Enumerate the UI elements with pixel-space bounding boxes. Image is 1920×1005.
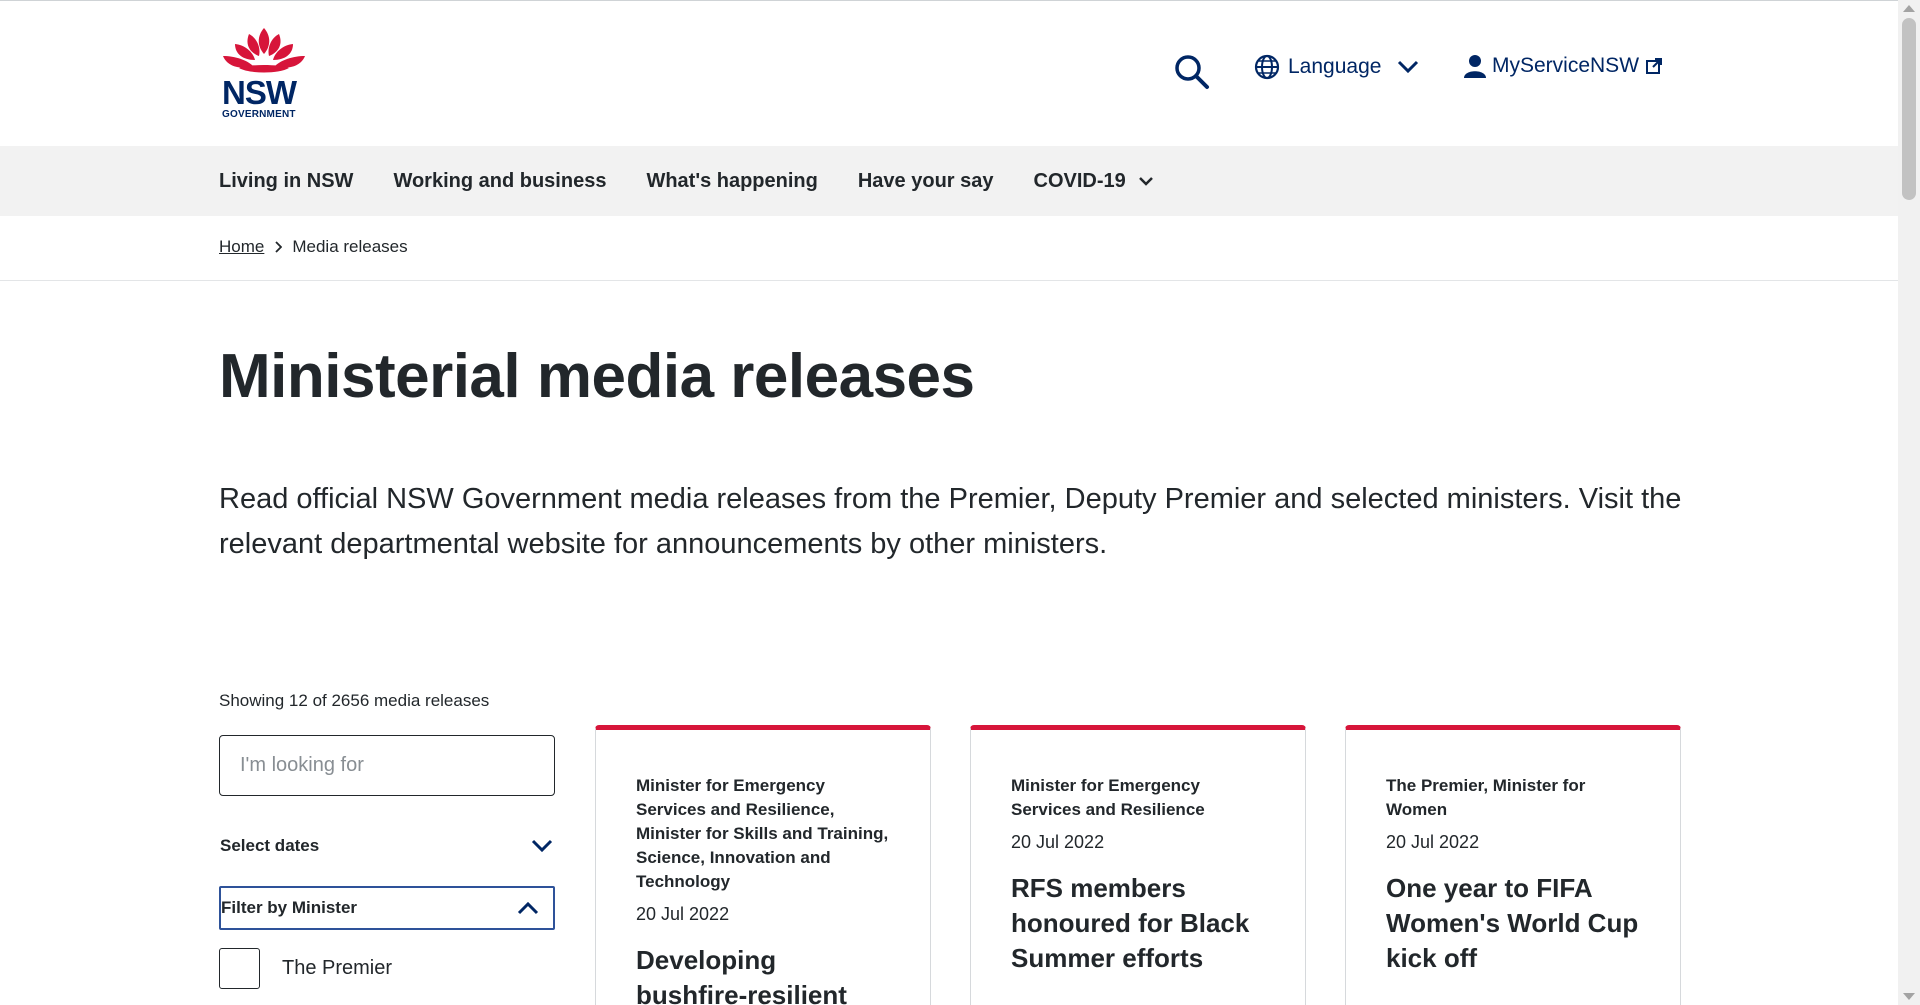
card-minister: Minister for Emergency Services and Resi… bbox=[1011, 776, 1205, 819]
user-icon bbox=[1464, 55, 1486, 78]
logo-subtitle: GOVERNMENT bbox=[222, 109, 296, 120]
card-headline[interactable]: RFS members honoured for Black Summer ef… bbox=[1011, 871, 1265, 976]
card-headline[interactable]: One year to FIFA Women's World Cup kick … bbox=[1386, 871, 1640, 976]
scrollbar-thumb[interactable] bbox=[1902, 18, 1916, 200]
select-dates-label: Select dates bbox=[220, 836, 320, 855]
globe-icon bbox=[1254, 54, 1280, 80]
card-headline[interactable]: Developing bushfire-resilient technology bbox=[636, 943, 890, 1005]
scroll-down-arrow-icon[interactable] bbox=[1903, 993, 1915, 1000]
minister-option-label: The Premier bbox=[282, 957, 393, 979]
scroll-up-arrow-icon[interactable] bbox=[1903, 5, 1915, 12]
breadcrumb: Home Media releases bbox=[219, 237, 408, 257]
breadcrumb-home-link[interactable]: Home bbox=[219, 237, 264, 257]
filter-by-minister-label: Filter by Minister bbox=[221, 898, 358, 917]
nav-item-label: COVID-19 bbox=[1033, 169, 1126, 192]
page-intro: Read official NSW Government media relea… bbox=[219, 483, 1682, 560]
breadcrumb-divider bbox=[0, 280, 1898, 281]
chevron-up-icon bbox=[517, 901, 539, 915]
media-release-card[interactable]: Minister for Emergency Services and Resi… bbox=[595, 725, 931, 1005]
language-label: Language bbox=[1288, 55, 1382, 78]
page-title: Ministerial media releases bbox=[219, 342, 975, 411]
card-minister: Minister for Emergency Services and Resi… bbox=[636, 776, 889, 891]
card-minister: The Premier, Minister for Women bbox=[1386, 776, 1586, 819]
myservicensw-label: MyServiceNSW bbox=[1492, 54, 1640, 77]
card-date: 20 Jul 2022 bbox=[1386, 832, 1480, 852]
nsw-government-logo[interactable]: NSW GOVERNMENT bbox=[219, 24, 309, 124]
page: NSW GOVERNMENT Language MyServiceNSW Liv… bbox=[0, 0, 1898, 1005]
breadcrumb-current: Media releases bbox=[292, 237, 408, 256]
select-dates-toggle[interactable]: Select dates bbox=[219, 824, 555, 868]
results-count: Showing 12 of 2656 media releases bbox=[219, 691, 490, 710]
nav-item-covid-19[interactable]: COVID-19 bbox=[1034, 170, 1154, 193]
nav-item-working-and-business[interactable]: Working and business bbox=[393, 170, 606, 193]
filter-by-minister-toggle[interactable]: Filter by Minister bbox=[219, 886, 555, 930]
nav-item-label: Working and business bbox=[393, 169, 607, 192]
nav-item-label: What's happening bbox=[646, 169, 818, 192]
external-link-icon bbox=[1646, 58, 1663, 74]
card-date: 20 Jul 2022 bbox=[1011, 832, 1105, 852]
chevron-down-icon bbox=[1398, 60, 1419, 74]
nav-item-label: Have your say bbox=[857, 169, 994, 192]
media-release-card[interactable]: Minister for Emergency Services and Resi… bbox=[970, 725, 1306, 1005]
nav-item-whats-happening[interactable]: What's happening bbox=[646, 170, 817, 193]
main-navigation: Living in NSW Working and business What'… bbox=[0, 146, 1898, 216]
masthead: NSW GOVERNMENT Language MyServiceNSW bbox=[0, 2, 1898, 146]
myservicensw-link[interactable]: MyServiceNSW bbox=[1464, 54, 1663, 78]
minister-option-the-premier[interactable]: The Premier bbox=[219, 948, 392, 989]
chevron-right-icon bbox=[275, 241, 283, 253]
search-icon bbox=[1175, 55, 1209, 89]
checkbox[interactable] bbox=[219, 948, 260, 989]
search-button[interactable] bbox=[1174, 52, 1214, 92]
waratah-icon bbox=[223, 28, 305, 73]
nav-item-living-in-nsw[interactable]: Living in NSW bbox=[219, 170, 353, 193]
chevron-down-icon bbox=[1138, 177, 1153, 186]
card-date: 20 Jul 2022 bbox=[636, 904, 730, 924]
language-selector[interactable]: Language bbox=[1254, 54, 1419, 80]
page-scrollbar[interactable] bbox=[1898, 0, 1920, 1005]
media-release-card[interactable]: The Premier, Minister for Women 20 Jul 2… bbox=[1345, 725, 1681, 1005]
nav-item-have-your-say[interactable]: Have your say bbox=[858, 170, 994, 193]
search-input[interactable] bbox=[219, 735, 555, 796]
chevron-down-icon bbox=[531, 839, 553, 853]
nav-item-label: Living in NSW bbox=[219, 169, 354, 192]
logo-wordmark: NSW bbox=[222, 74, 297, 111]
